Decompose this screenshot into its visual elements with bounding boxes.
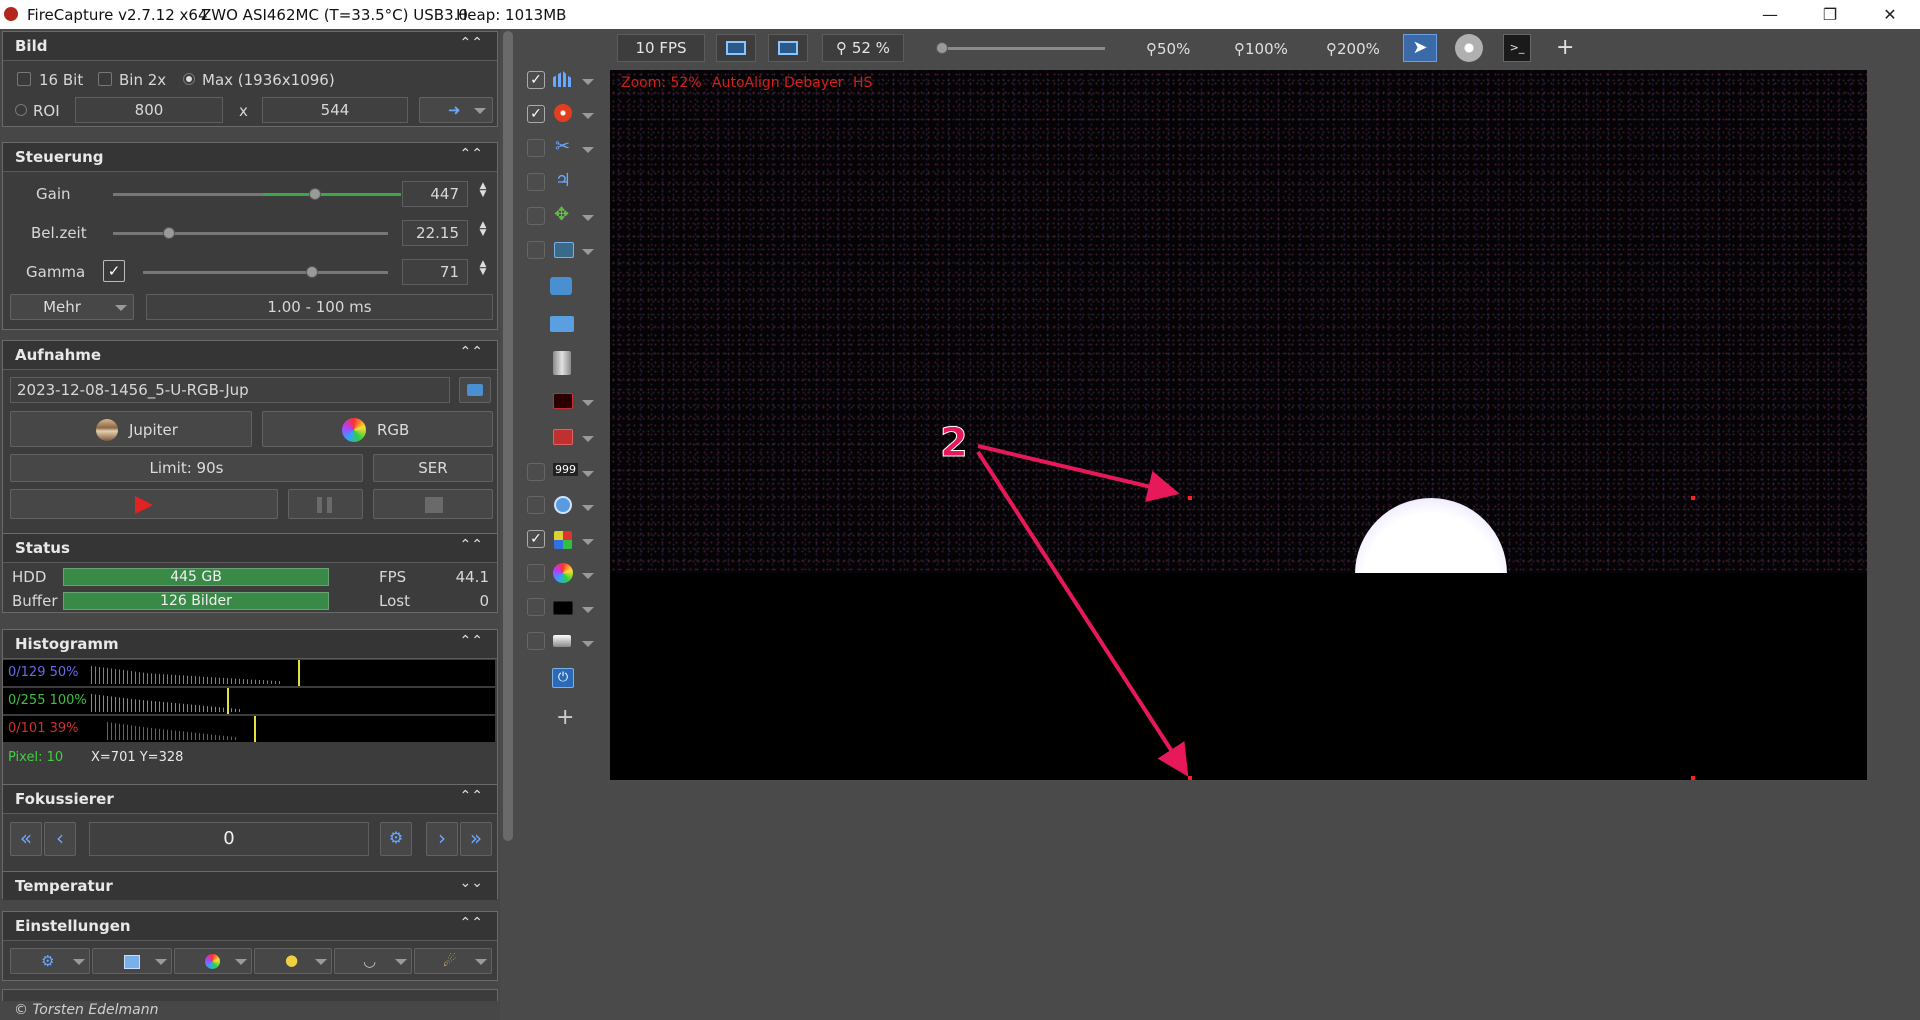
annotation-arrow (977, 444, 1180, 503)
annotation-overlay (976, 444, 1189, 777)
annotation-number: 2 (940, 420, 969, 467)
annotation-arrow (976, 450, 1189, 777)
